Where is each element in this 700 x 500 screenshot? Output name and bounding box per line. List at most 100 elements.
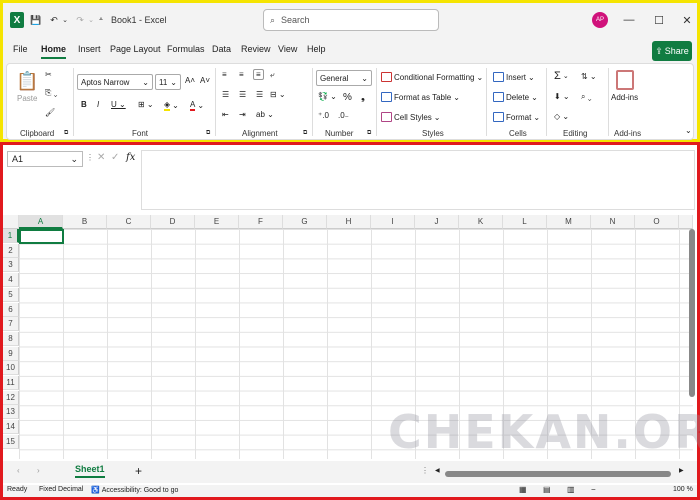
row-header[interactable]: 3 [3,258,19,273]
underline-button[interactable]: U ⌄ [111,100,126,109]
column-header[interactable]: L [503,215,547,229]
tab-insert[interactable]: Insert [78,44,101,54]
column-header[interactable]: K [459,215,503,229]
align-right-icon[interactable]: ☰ [256,90,263,99]
column-header[interactable]: J [415,215,459,229]
fill-color-icon[interactable]: ◈ ⌄ [164,100,179,111]
font-launcher-icon[interactable]: ⧉ [206,130,210,137]
tab-review[interactable]: Review [241,44,271,54]
fill-icon[interactable]: ⬇ ⌄ [554,92,570,101]
decrease-indent-icon[interactable]: ⇤ [222,110,229,119]
cancel-icon[interactable]: ✕ [97,152,105,163]
paste-button[interactable]: 📋 Paste [16,70,38,104]
format-painter-icon[interactable]: 🖌 [45,108,55,117]
merge-center-icon[interactable]: ⊟ ⌄ [270,90,286,99]
clipboard-launcher-icon[interactable]: ⧉ [64,130,68,137]
tab-home[interactable]: Home [41,44,67,59]
decrease-decimal-icon[interactable]: .0₋ [338,111,349,120]
zoom-out-icon[interactable]: − [591,485,596,494]
column-header[interactable]: F [239,215,283,229]
align-top-icon[interactable]: ≡ [222,70,227,79]
row-header[interactable]: 6 [3,302,19,317]
row-header[interactable]: 1 [3,229,19,243]
font-color-icon[interactable]: A ⌄ [190,100,204,111]
insert-function-button[interactable]: fx [126,152,135,163]
number-launcher-icon[interactable]: ⧉ [367,130,371,137]
align-center-icon[interactable]: ☰ [239,90,246,99]
increase-decimal-icon[interactable]: ⁺.0 [318,111,329,120]
align-middle-icon[interactable]: ≡ [239,70,244,79]
italic-button[interactable]: I [97,100,99,109]
delete-cells-button[interactable]: Delete ⌄ [493,92,538,102]
tab-file[interactable]: File [13,44,28,54]
copy-icon[interactable]: ⎘ ⌄ [45,88,57,98]
tab-options-icon[interactable]: ⋮ [421,466,429,475]
horizontal-scrollbar[interactable] [445,471,671,477]
share-button[interactable]: ⇪ Share [652,41,692,61]
percent-style-icon[interactable]: % [343,92,352,103]
font-name-dropdown[interactable]: Aptos Narrow ⌄ [77,74,153,90]
vertical-scrollbar[interactable] [689,229,695,397]
font-size-dropdown[interactable]: 11 ⌄ [155,74,181,90]
name-box[interactable]: A1 ⌄ [7,151,83,167]
column-header[interactable]: B [63,215,107,229]
avatar[interactable]: AP [592,12,608,28]
tab-page-layout[interactable]: Page Layout [110,44,161,54]
collapse-ribbon-icon[interactable]: ⌄ [685,126,692,135]
increase-indent-icon[interactable]: ⇥ [239,110,246,119]
insert-cells-button[interactable]: Insert ⌄ [493,72,535,82]
comma-style-icon[interactable]: ❟ [361,92,365,103]
next-sheet-icon[interactable]: › [37,466,40,475]
align-bottom-icon[interactable]: ≡ [253,69,264,80]
add-sheet-button[interactable]: + [135,464,142,478]
increase-font-icon[interactable]: A˄ [185,76,195,85]
page-layout-view-icon[interactable]: ▤ [543,485,551,494]
status-accessibility[interactable]: ♿ Accessibility: Good to go [91,486,178,495]
minimize-icon[interactable]: — [621,12,637,28]
scroll-left-icon[interactable]: ◀ [435,467,440,474]
page-break-view-icon[interactable]: ▥ [567,485,575,494]
column-header[interactable]: D [151,215,195,229]
redo-icon[interactable]: ↷ [73,11,87,29]
zoom-level[interactable]: 100 % [673,486,693,493]
customize-toolbar-icon[interactable]: ⩡ [97,11,105,29]
row-header[interactable]: 13 [3,405,19,420]
column-header[interactable]: C [107,215,151,229]
enter-icon[interactable]: ✓ [111,152,119,163]
orientation-icon[interactable]: ab ⌄ [256,110,274,119]
more-options-icon[interactable]: ⋮ [86,153,94,162]
column-header[interactable]: H [327,215,371,229]
save-icon[interactable]: 💾 [29,11,43,29]
undo-icon[interactable]: ↶ [47,11,61,29]
cut-icon[interactable]: ✂ [45,70,52,79]
normal-view-icon[interactable]: ▦ [519,485,527,494]
undo-dropdown-icon[interactable]: ⌄ [61,11,69,29]
column-header[interactable]: G [283,215,327,229]
maximize-icon[interactable]: ☐ [651,12,667,28]
row-header[interactable]: 4 [3,273,19,288]
row-header[interactable]: 7 [3,317,19,332]
format-as-table-button[interactable]: Format as Table ⌄ [381,92,460,102]
autosum-icon[interactable]: Σ ⌄ [554,70,569,82]
scroll-right-icon[interactable]: ▶ [679,467,684,474]
conditional-formatting-button[interactable]: Conditional Formatting ⌄ [381,72,483,82]
alignment-launcher-icon[interactable]: ⧉ [303,130,307,137]
column-header[interactable]: A [19,215,63,229]
find-select-icon[interactable]: ⌕ ⌄ [581,92,591,102]
column-header[interactable]: M [547,215,591,229]
select-all-corner[interactable] [3,215,19,229]
selected-cell[interactable] [19,229,64,244]
tab-help[interactable]: Help [307,44,326,54]
row-header[interactable]: 11 [3,376,19,390]
formula-input[interactable] [141,150,695,210]
number-format-dropdown[interactable]: General ⌄ [316,70,372,86]
wrap-text-icon[interactable]: ⤶ [270,70,274,80]
accounting-format-icon[interactable]: 💱 ⌄ [318,92,337,101]
clear-icon[interactable]: ◇ ⌄ [554,112,569,121]
row-header[interactable]: 2 [3,243,19,258]
decrease-font-icon[interactable]: A˅ [200,76,210,85]
column-header[interactable]: O [635,215,679,229]
column-header[interactable]: I [371,215,415,229]
row-header[interactable]: 12 [3,390,19,405]
align-left-icon[interactable]: ☰ [222,90,229,99]
